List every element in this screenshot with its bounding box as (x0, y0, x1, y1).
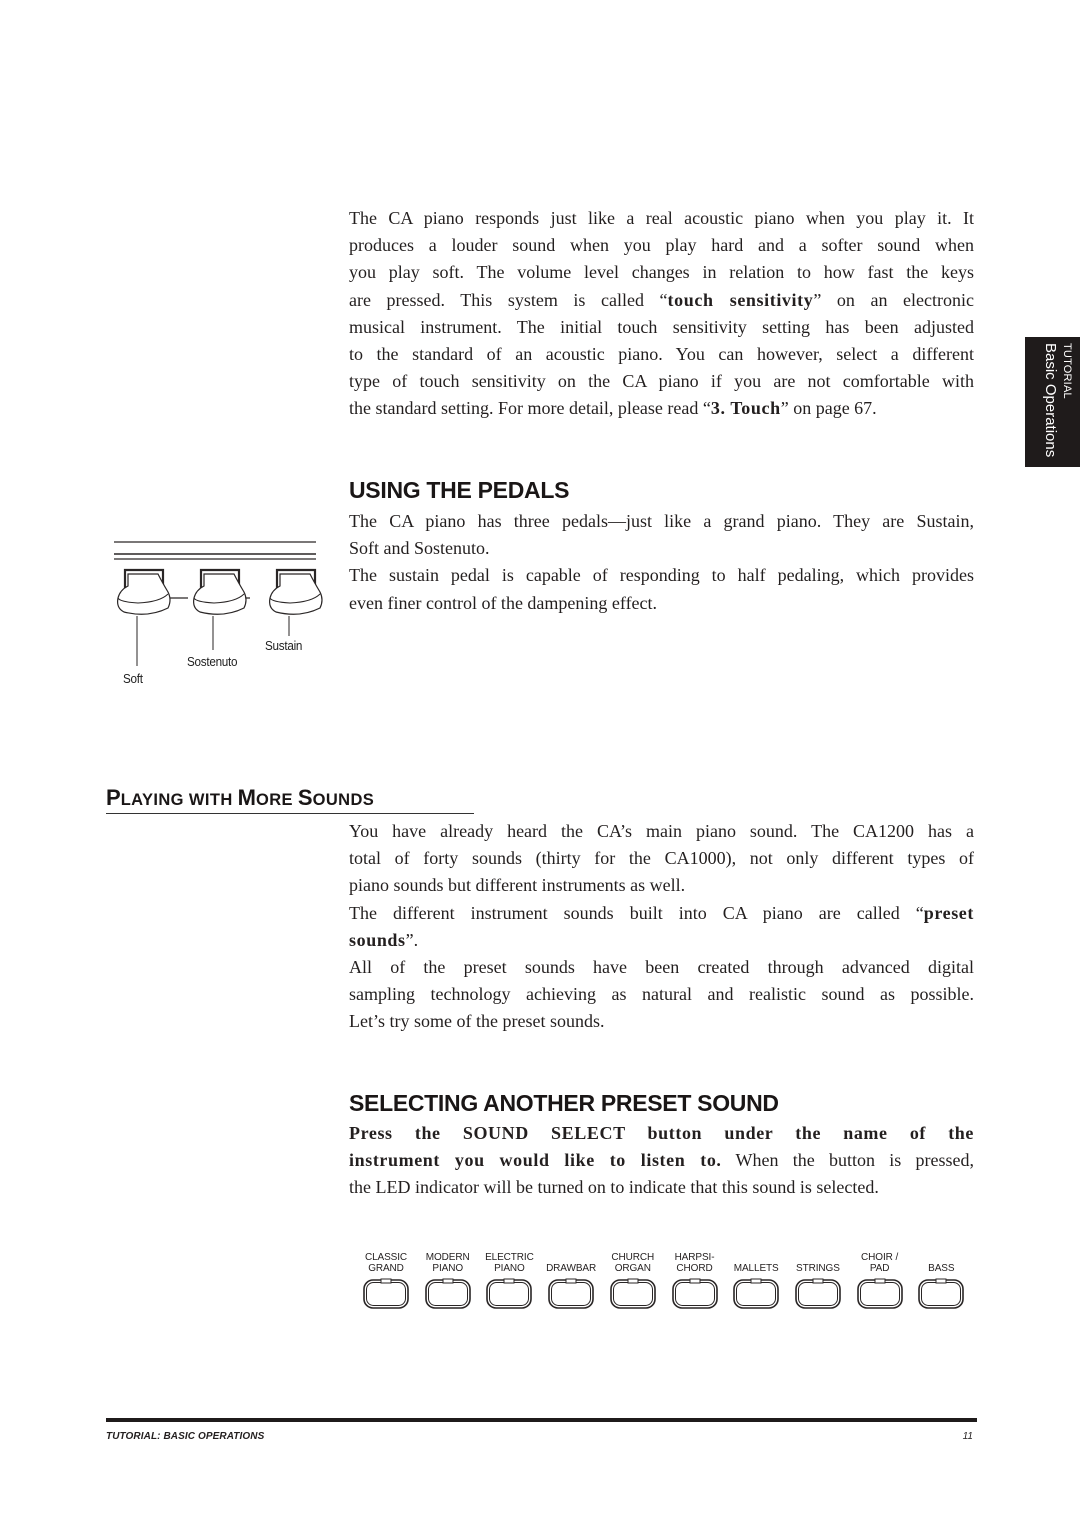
text-line: Soft and Sostenuto. (349, 538, 490, 559)
text-fragment: ” on page 67. (780, 398, 877, 419)
bold-text: 3. Touch (710, 398, 781, 419)
page-number: 11 (962, 1431, 973, 1442)
label-line2: PIANO (494, 1262, 525, 1274)
bold-text: touch sensitivity (667, 289, 814, 310)
label-line1: CHOIR / (861, 1252, 899, 1263)
text-line: The sustain pedal is capable of respondi… (349, 565, 974, 586)
sound-button-bass[interactable]: BASS (911, 1250, 971, 1312)
button-with-led-icon (424, 1278, 471, 1309)
button-with-led-icon (548, 1278, 594, 1309)
label-line2: BASS (928, 1262, 955, 1274)
text-line: The CA piano responds just like a real a… (349, 208, 974, 228)
text-fragment: the standard setting. For more detail, p… (349, 398, 711, 419)
text-fragment: When the button is pressed, (721, 1150, 974, 1171)
label-line1: CHURCH (611, 1252, 655, 1263)
select-sound-paragraph: Press the SOUND SELECT button under the … (349, 1120, 974, 1202)
label-line2: GRAND (368, 1262, 404, 1274)
text-line: sounds”. (349, 927, 974, 954)
label-line2: PIANO (432, 1262, 463, 1274)
section-side-tab: TUTORIAL Basic Operations (1025, 337, 1080, 467)
text-line: musical instrument. The initial touch se… (349, 316, 974, 337)
text-fragment: ”. (405, 929, 419, 950)
label-line2: ORGAN (614, 1262, 651, 1274)
heading-fragment: M (237, 785, 256, 810)
label-line2: PAD (869, 1262, 890, 1274)
text-line: instrument you would like to listen to. … (349, 1147, 974, 1174)
pedal-label-sustain: Sustain (265, 638, 303, 653)
text-line: The different instrument sounds built in… (349, 900, 974, 927)
heading-selecting-another-preset-sound: SELECTING ANOTHER PRESET SOUND (349, 1090, 779, 1116)
text-line: All of the preset sounds have been creat… (349, 957, 974, 978)
text-line: total of forty sounds (thirty for the CA… (349, 848, 974, 869)
text-line: the standard setting. For more detail, p… (349, 395, 974, 422)
label-line1: CLASSIC (364, 1252, 408, 1263)
bold-text: Press the SOUND SELECT button under the … (349, 1123, 974, 1143)
button-with-led-icon (363, 1278, 409, 1309)
text-line: The CA piano has three pedals—just like … (349, 511, 974, 531)
bold-text: sounds (349, 929, 406, 950)
more-sounds-paragraph: You have already heard the CA’s main pia… (349, 818, 974, 1036)
heading-fragment: P (106, 785, 121, 810)
heading-playing-with-more-sounds: PLAYING WITH MORE SOUNDS (106, 785, 474, 814)
sound-button-label: BASS (901, 1250, 981, 1274)
text-line: piano sounds but different instruments a… (349, 875, 686, 896)
label-line1: ELECTRIC (485, 1252, 534, 1263)
button-with-led-icon (795, 1278, 841, 1309)
button-with-led-icon (486, 1278, 533, 1309)
button-with-led-icon (609, 1278, 656, 1309)
label-line2: CHORD (676, 1262, 713, 1274)
button-with-led-icon (856, 1278, 903, 1309)
sound-select-buttons: CLASSIC GRAND MODERN PIANO ELECTRIC PIANO D… (356, 1250, 976, 1312)
text-line: even finer control of the dampening effe… (349, 592, 658, 613)
label-line2: MALLETS (733, 1262, 779, 1274)
side-tab-tutorial: TUTORIAL (1061, 343, 1073, 399)
label-line1: HARPSI- (674, 1252, 715, 1263)
text-line: are pressed. This system is called “touc… (349, 287, 974, 314)
pedal-illustration: Sustain Sostenuto Soft (105, 530, 335, 700)
bold-text: instrument you would like to listen to. (349, 1150, 722, 1171)
label-line2: STRINGS (796, 1262, 840, 1274)
text-line: you play soft. The volume level changes … (349, 262, 974, 283)
text-line: Let’s try some of the preset sounds. (349, 1011, 605, 1032)
text-line: Press the SOUND SELECT button under the … (349, 1120, 974, 1147)
pedal-label-sostenuto: Sostenuto (187, 654, 238, 669)
text-line: You have already heard the CA’s main pia… (349, 821, 974, 841)
text-fragment: ” on an electronic (813, 289, 974, 310)
text-line: sampling technology achieving as natural… (349, 984, 974, 1005)
button-with-led-icon (671, 1278, 718, 1309)
button-with-led-icon (733, 1278, 779, 1309)
heading-fragment: S (297, 785, 313, 810)
label-line1: MODERN (425, 1252, 470, 1263)
text-fragment: The different instrument sounds built in… (349, 902, 924, 923)
heading-fragment: LAYING WITH (120, 791, 238, 809)
button-with-led-icon (918, 1278, 965, 1309)
pedal-label-soft: Soft (123, 671, 143, 686)
heading-fragment: OUNDS (312, 791, 375, 809)
footer-rule (106, 1418, 977, 1422)
heading-fragment: ORE (255, 791, 298, 809)
footer-section-title: TUTORIAL: BASIC OPERATIONS (106, 1431, 265, 1442)
text-line: produces a louder sound when you play ha… (349, 235, 974, 256)
pedals-paragraph: The CA piano has three pedals—just like … (349, 508, 974, 617)
side-tab-basic-operations: Basic Operations (1042, 343, 1059, 458)
bold-text: preset (923, 902, 974, 923)
label-line2: DRAWBAR (546, 1262, 597, 1274)
text-fragment: are pressed. This system is called “ (349, 289, 668, 310)
heading-using-the-pedals: USING THE PEDALS (349, 477, 570, 503)
text-line: to the standard of an acoustic piano. Yo… (349, 344, 974, 365)
text-line: the LED indicator will be turned on to i… (349, 1177, 879, 1198)
text-line: type of touch sensitivity on the CA pian… (349, 371, 974, 392)
intro-paragraph: The CA piano responds just like a real a… (349, 205, 974, 423)
